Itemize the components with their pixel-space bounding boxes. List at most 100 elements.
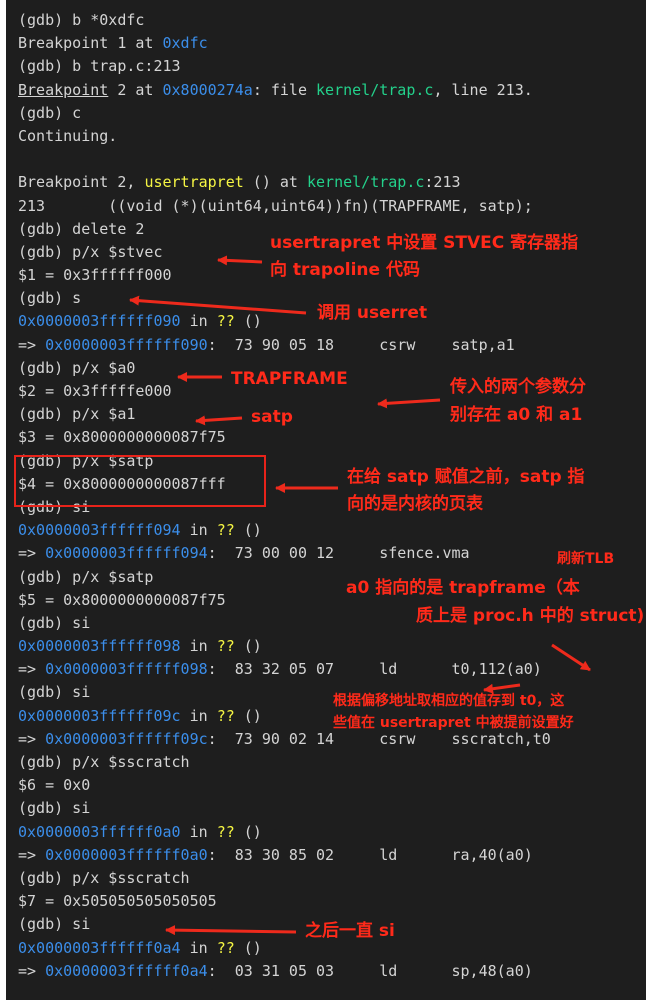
annotation-satp-before-line1: 在给 satp 赋值之前，satp 指: [347, 467, 585, 487]
annotation-satp: satp: [251, 407, 293, 427]
terminal-line: (gdb) p/x $sscratch: [18, 867, 551, 890]
terminal-text: : 73 00 00 12 sfence.vma: [207, 544, 470, 563]
terminal-text: =>: [18, 845, 46, 864]
terminal-line: Breakpoint 2 at 0x8000274a: file kernel/…: [18, 79, 551, 102]
terminal-text: ??: [216, 521, 235, 540]
terminal-text: in: [180, 822, 217, 841]
terminal-line: => 0x0000003ffffff0a0: 83 30 85 02 ld ra…: [18, 844, 551, 867]
terminal-line: (gdb) s: [18, 287, 551, 310]
annotation-userret: 调用 userret: [317, 303, 428, 323]
terminal-text: 0x0000003ffffff0a4: [18, 938, 181, 957]
annotation-args-line2: 别存在 a0 和 a1: [450, 405, 583, 425]
terminal-text: in: [180, 706, 217, 725]
terminal-text: (gdb) delete 2: [18, 219, 145, 238]
terminal-text: (gdb) b *0xdfc: [18, 11, 145, 29]
terminal-line: => 0x0000003ffffff094: 73 00 00 12 sfenc…: [18, 542, 551, 565]
highlight-box-satp: [14, 455, 266, 507]
terminal-line: (gdb) si: [18, 913, 551, 936]
terminal-text: 0x0000003ffffff09c: [45, 729, 208, 748]
terminal-line: (gdb) b *0xdfc: [18, 9, 551, 32]
terminal-line: 0x0000003ffffff098 in ?? (): [18, 635, 551, 658]
terminal-line: (gdb) b trap.c:213: [18, 55, 551, 78]
terminal-text: ??: [216, 637, 235, 656]
terminal-text: ??: [216, 706, 235, 725]
terminal-text: : 03 31 05 03 ld sp,48(a0): [207, 961, 533, 980]
terminal-text: 0x0000003ffffff090: [45, 335, 208, 354]
terminal-text: $7 = 0x505050505050505: [18, 892, 217, 911]
terminal-text: in: [180, 938, 217, 957]
terminal-line: 0x0000003ffffff0a4 in ?? (): [18, 937, 551, 960]
terminal-text: 2 at: [108, 80, 163, 99]
terminal-line: 213 ((void (*)(uint64,uint64))fn)(TRAPFR…: [18, 195, 551, 218]
annotation-flush-tlb: 刷新TLB: [557, 551, 615, 567]
terminal-text: usertrapret: [144, 173, 244, 192]
terminal-text: =>: [18, 729, 46, 748]
terminal-text: ??: [216, 938, 235, 957]
terminal-text: kernel/trap.c: [307, 173, 425, 192]
terminal-text: (): [234, 938, 262, 957]
terminal-text: 0x0000003ffffff090: [18, 312, 181, 331]
terminal-line: $7 = 0x505050505050505: [18, 890, 551, 913]
terminal-text: 0x0000003ffffff0a0: [45, 845, 208, 864]
terminal-line: $6 = 0x0: [18, 774, 551, 797]
terminal-text: 0x8000274a: [162, 80, 253, 99]
terminal-text: Breakpoint 1 at: [18, 34, 163, 53]
annotation-a0-line2: 质上是 proc.h 中的 struct): [416, 606, 645, 626]
annotation-offset-line1: 根据偏移地址取相应的值存到 t0，这: [333, 693, 565, 709]
terminal-text: : 83 30 85 02 ld ra,40(a0): [207, 845, 533, 864]
terminal-text: 0x0000003ffffff094: [45, 544, 208, 563]
terminal-text: : 83 32 05 07 ld t0,112(a0): [207, 660, 542, 679]
terminal-text: (gdb) si: [18, 683, 91, 702]
terminal-text: $5 = 0x8000000000087f75: [18, 590, 226, 609]
terminal-text: 213 ((void (*)(uint64,uint64))fn)(TRAPFR…: [18, 196, 533, 215]
terminal-text: =>: [18, 961, 46, 980]
terminal-text: (gdb) p/x $satp: [18, 567, 154, 586]
terminal-text: kernel/trap.c: [316, 80, 434, 99]
terminal-line: => 0x0000003ffffff0a4: 03 31 05 03 ld sp…: [18, 960, 551, 983]
terminal-text: (gdb) p/x $sscratch: [18, 868, 190, 887]
terminal-text: 0x0000003ffffff0a0: [18, 822, 181, 841]
terminal-text: $3 = 0x8000000000087f75: [18, 428, 226, 447]
terminal-line: Breakpoint 2, usertrapret () at kernel/t…: [18, 171, 551, 194]
annotation-stvec-line1: usertrapret 中设置 STVEC 寄存器指: [270, 233, 579, 253]
terminal-text: in: [180, 521, 217, 540]
terminal-text: (): [234, 312, 262, 331]
terminal-text: (): [234, 822, 262, 841]
terminal-text: =>: [18, 544, 46, 563]
terminal-text: , line 213.: [433, 80, 533, 99]
annotation-args-line1: 传入的两个参数分: [450, 377, 586, 397]
terminal-text: (gdb) p/x $sscratch: [18, 753, 190, 771]
terminal-text: (gdb) si: [18, 613, 91, 632]
terminal-text: () at: [243, 173, 307, 192]
terminal-line: 0x0000003ffffff094 in ?? (): [18, 519, 551, 542]
annotation-satp-before-line2: 向的是内核的页表: [347, 494, 483, 514]
terminal-text: Continuing.: [18, 126, 118, 145]
terminal-text: 0x0000003ffffff094: [18, 521, 181, 540]
terminal-text: : 73 90 05 18 csrw satp,a1: [207, 335, 515, 354]
terminal-text: 0x0000003ffffff098: [45, 660, 208, 679]
terminal-line: 0x0000003ffffff0a0 in ?? (): [18, 821, 551, 844]
terminal-text: (gdb) b trap.c:213: [18, 57, 181, 76]
terminal-line: => 0x0000003ffffff098: 83 32 05 07 ld t0…: [18, 658, 551, 681]
annotation-then-si: 之后一直 si: [305, 921, 395, 941]
terminal-text: :213: [424, 173, 461, 192]
terminal-line: 0x0000003ffffff090 in ?? (): [18, 310, 551, 333]
terminal-text: 0x0000003ffffff09c: [18, 706, 181, 725]
terminal-text: $6 = 0x0: [18, 776, 91, 795]
terminal-text: (gdb) s: [18, 289, 82, 308]
terminal-text: =>: [18, 660, 46, 679]
terminal-text: : file: [252, 80, 317, 99]
annotation-stvec-line2: 向 trapoline 代码: [270, 260, 420, 280]
annotation-offset-line2: 些值在 usertrapret 中被提前设置好: [333, 715, 574, 731]
annotation-trapframe: TRAPFRAME: [231, 369, 348, 389]
terminal-text: ??: [216, 312, 235, 331]
terminal-text: 0x0000003ffffff098: [18, 637, 181, 656]
terminal-text: =>: [18, 335, 46, 354]
terminal-text: (gdb) p/x $stvec: [18, 242, 163, 261]
terminal-line: (gdb) si: [18, 797, 551, 820]
terminal-text: (gdb) p/x $a0: [18, 358, 136, 377]
terminal-line: Breakpoint 1 at 0xdfc: [18, 32, 551, 55]
terminal-text: $2 = 0x3fffffe000: [18, 382, 172, 400]
terminal-line: Continuing.: [18, 125, 551, 148]
